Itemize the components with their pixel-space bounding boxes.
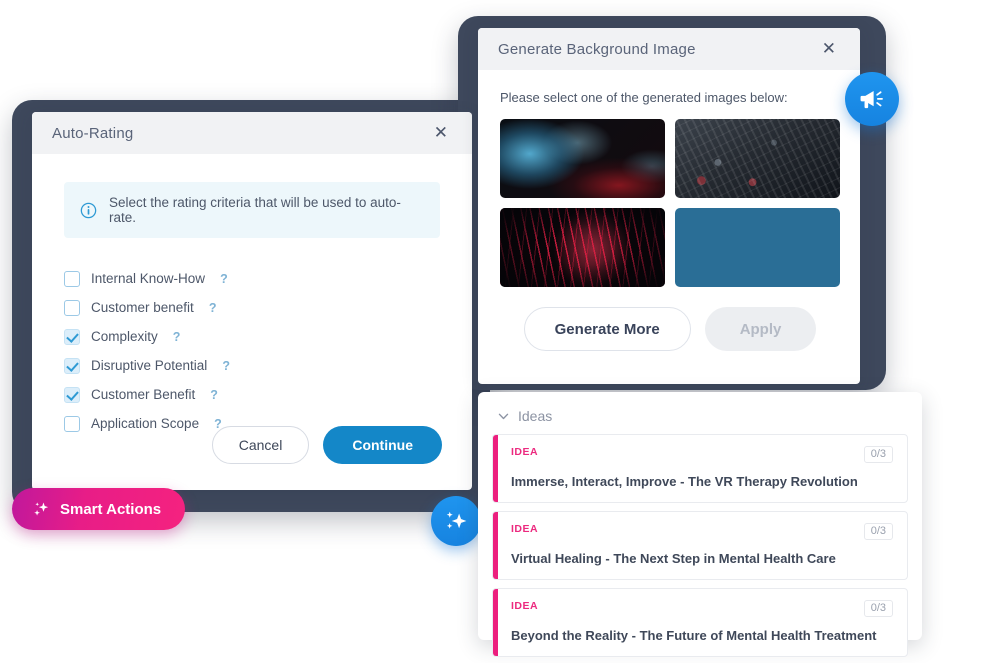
generate-dialog-title: Generate Background Image: [498, 40, 696, 58]
idea-rating-count: 0/3: [863, 523, 893, 540]
idea-type-tag: IDEA: [511, 523, 539, 535]
criteria-label: Complexity: [91, 329, 158, 344]
idea-card[interactable]: IDEA 0/3 Beyond the Reality - The Future…: [492, 588, 908, 657]
help-icon[interactable]: ?: [209, 301, 217, 315]
help-icon[interactable]: ?: [222, 359, 230, 373]
criteria-row-customer-benefit-lower[interactable]: Customer benefit ?: [64, 293, 440, 322]
help-icon[interactable]: ?: [220, 272, 228, 286]
checkbox-complexity[interactable]: [64, 328, 80, 345]
chevron-down-icon: [498, 413, 509, 419]
auto-rating-title: Auto-Rating: [52, 124, 134, 142]
auto-rating-body: Select the rating criteria that will be …: [32, 154, 472, 438]
info-circle-icon: [80, 202, 97, 218]
apply-button: Apply: [704, 307, 817, 351]
sparkles-icon: [446, 511, 466, 529]
idea-type-tag: IDEA: [511, 600, 539, 612]
idea-rating-count: 0/3: [863, 600, 893, 617]
auto-rating-actions: Cancel Continue: [211, 426, 442, 464]
generated-image-thumbnail-4[interactable]: [675, 208, 840, 287]
sparkles-icon: [34, 501, 49, 516]
announcements-fab-button[interactable]: [845, 72, 899, 126]
ideas-section-title: Ideas: [518, 408, 553, 424]
generated-image-thumbnail-1[interactable]: [500, 119, 665, 198]
idea-type-tag: IDEA: [511, 446, 539, 458]
idea-title: Virtual Healing - The Next Step in Menta…: [511, 551, 836, 566]
generate-dialog-body: Please select one of the generated image…: [478, 70, 860, 351]
help-icon[interactable]: ?: [210, 388, 218, 402]
close-icon[interactable]: ✕: [430, 123, 452, 144]
generate-instruction: Please select one of the generated image…: [500, 90, 788, 105]
generated-image-grid: [500, 119, 840, 287]
continue-button[interactable]: Continue: [323, 426, 442, 464]
idea-card[interactable]: IDEA 0/3 Immerse, Interact, Improve - Th…: [492, 434, 908, 503]
criteria-checkbox-list: Internal Know-How ? Customer benefit ? C…: [64, 264, 440, 438]
checkbox-internal-know-how[interactable]: [64, 270, 80, 287]
criteria-row-disruptive-potential[interactable]: Disruptive Potential ?: [64, 351, 440, 380]
criteria-label: Application Scope: [91, 416, 200, 431]
criteria-row-complexity[interactable]: Complexity ?: [64, 322, 440, 351]
cancel-button[interactable]: Cancel: [211, 426, 310, 464]
generate-background-image-dialog: Generate Background Image ✕ Please selec…: [478, 28, 860, 384]
criteria-label: Customer Benefit: [91, 387, 196, 402]
megaphone-icon: [860, 90, 883, 109]
idea-title: Beyond the Reality - The Future of Menta…: [511, 628, 877, 643]
criteria-label: Disruptive Potential: [91, 358, 208, 373]
generated-image-thumbnail-3[interactable]: [500, 208, 665, 287]
checkbox-customer-benefit-upper[interactable]: [64, 386, 80, 403]
idea-title: Immerse, Interact, Improve - The VR Ther…: [511, 474, 858, 489]
idea-rating-count: 0/3: [863, 446, 893, 463]
criteria-row-internal-know-how[interactable]: Internal Know-How ?: [64, 264, 440, 293]
screenshot-root: Auto-Rating ✕ Select the rating criteria…: [0, 0, 1000, 663]
generate-dialog-header: Generate Background Image ✕: [478, 28, 860, 70]
generate-more-button[interactable]: Generate More: [523, 307, 691, 351]
generated-image-thumbnail-2[interactable]: [675, 119, 840, 198]
criteria-label: Internal Know-How: [91, 271, 206, 286]
close-icon[interactable]: ✕: [818, 39, 840, 60]
info-banner: Select the rating criteria that will be …: [64, 182, 440, 238]
idea-card-header: IDEA 0/3: [511, 446, 893, 463]
generate-dialog-actions: Generate More Apply: [500, 307, 840, 351]
info-banner-text: Select the rating criteria that will be …: [109, 195, 401, 225]
checkbox-customer-benefit-lower[interactable]: [64, 299, 80, 316]
help-icon[interactable]: ?: [173, 330, 181, 344]
ideas-section-header[interactable]: Ideas: [492, 404, 908, 434]
ai-assist-fab-button[interactable]: [431, 496, 481, 546]
auto-rating-dialog: Auto-Rating ✕ Select the rating criteria…: [32, 112, 472, 490]
auto-rating-dialog-header: Auto-Rating ✕: [32, 112, 472, 154]
ideas-panel: Ideas IDEA 0/3 Immerse, Interact, Improv…: [478, 392, 922, 657]
idea-card-header: IDEA 0/3: [511, 523, 893, 540]
checkbox-application-scope[interactable]: [64, 415, 80, 432]
criteria-label: Customer benefit: [91, 300, 194, 315]
idea-card-header: IDEA 0/3: [511, 600, 893, 617]
checkbox-disruptive-potential[interactable]: [64, 357, 80, 374]
idea-card[interactable]: IDEA 0/3 Virtual Healing - The Next Step…: [492, 511, 908, 580]
smart-actions-button[interactable]: Smart Actions: [12, 488, 186, 530]
criteria-row-customer-benefit-upper[interactable]: Customer Benefit ?: [64, 380, 440, 409]
smart-actions-label: Smart Actions: [60, 500, 162, 518]
